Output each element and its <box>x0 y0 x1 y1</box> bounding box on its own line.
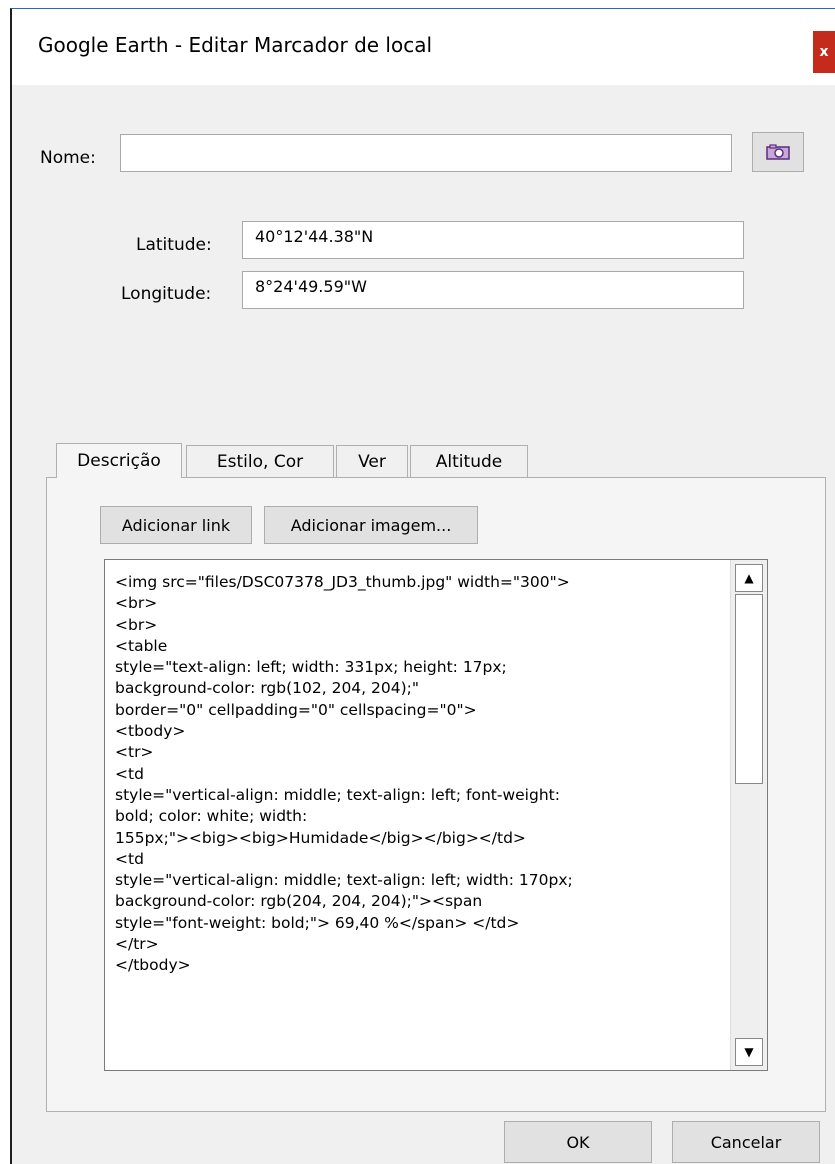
icon-button[interactable] <box>752 132 804 172</box>
scroll-up-button[interactable]: ▲ <box>735 564 763 592</box>
close-button[interactable]: x <box>813 31 835 73</box>
camera-icon <box>766 144 790 160</box>
latitude-field[interactable]: 40°12'44.38"N <box>242 221 744 259</box>
scroll-thumb[interactable] <box>735 594 763 784</box>
tab-ver[interactable]: Ver <box>336 445 408 478</box>
description-editor[interactable]: <img src="files/DSC07378_JD3_thumb.jpg" … <box>104 559 768 1071</box>
scroll-down-button[interactable]: ▼ <box>735 1038 763 1066</box>
name-input[interactable] <box>133 140 719 166</box>
longitude-value: 8°24'49.59"W <box>255 277 367 296</box>
latitude-value: 40°12'44.38"N <box>255 227 374 246</box>
longitude-field[interactable]: 8°24'49.59"W <box>242 271 744 309</box>
arrow-down-icon: ▼ <box>744 1045 754 1059</box>
latitude-label: Latitude: <box>136 235 212 255</box>
name-label: Nome: <box>40 148 96 168</box>
title-bar: Google Earth - Editar Marcador de local … <box>12 9 835 85</box>
add-link-button[interactable]: Adicionar link <box>100 506 252 544</box>
ok-button[interactable]: OK <box>504 1121 652 1163</box>
tab-altitude[interactable]: Altitude <box>410 445 528 478</box>
add-image-button[interactable]: Adicionar imagem... <box>264 506 478 544</box>
edit-placemark-dialog: Google Earth - Editar Marcador de local … <box>10 8 835 1164</box>
vertical-scrollbar[interactable]: ▲ ▼ <box>730 560 767 1070</box>
tab-descricao[interactable]: Descrição <box>56 443 182 478</box>
description-html-text[interactable]: <img src="files/DSC07378_JD3_thumb.jpg" … <box>115 572 725 977</box>
arrow-up-icon: ▲ <box>744 571 754 585</box>
tab-estilo-cor[interactable]: Estilo, Cor <box>186 445 334 478</box>
cancel-button[interactable]: Cancelar <box>672 1121 820 1163</box>
window-title: Google Earth - Editar Marcador de local <box>38 33 433 57</box>
name-field[interactable] <box>120 134 732 172</box>
longitude-label: Longitude: <box>121 284 212 304</box>
